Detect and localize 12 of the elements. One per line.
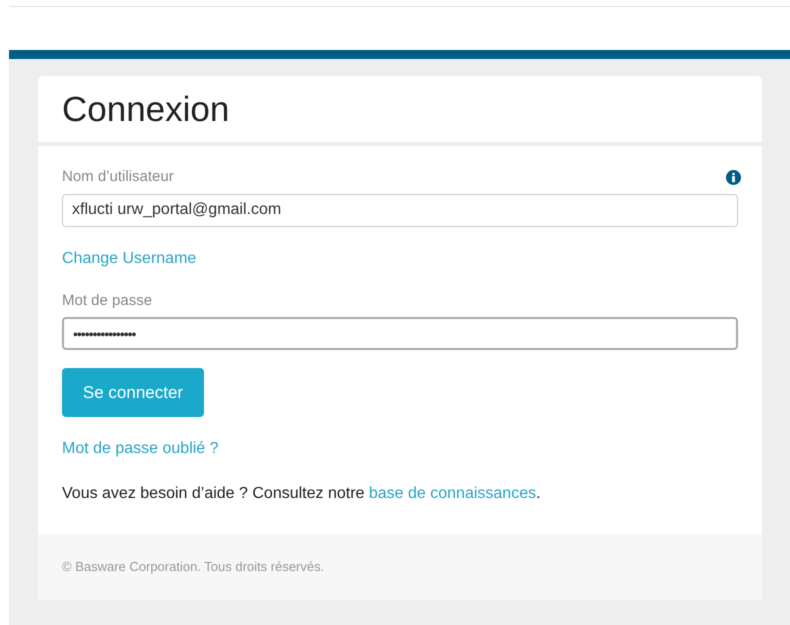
- username-field[interactable]: xflucti urw_portal@gmail.com: [62, 194, 738, 226]
- password-field[interactable]: ••••••••••••••••: [62, 317, 738, 350]
- knowledge-base-link[interactable]: base de connaissances: [368, 485, 536, 502]
- page-title: Connexion: [62, 92, 230, 126]
- sign-in-button[interactable]: Se connecter: [62, 368, 204, 417]
- info-icon[interactable]: [726, 170, 741, 185]
- forgot-password-link[interactable]: Mot de passe oublié ?: [62, 437, 219, 461]
- field-label: Mot de passe: [62, 290, 154, 310]
- change-username-link[interactable]: Change Username: [62, 246, 196, 270]
- help-text: Vous avez besoin d’aide ? Consultez notre base de connaissances.: [62, 484, 542, 504]
- copyright-text: © Basware Corporation. Tous droits réservés.: [62, 558, 324, 576]
- field-label: Nom d’utilisateur: [62, 167, 174, 187]
